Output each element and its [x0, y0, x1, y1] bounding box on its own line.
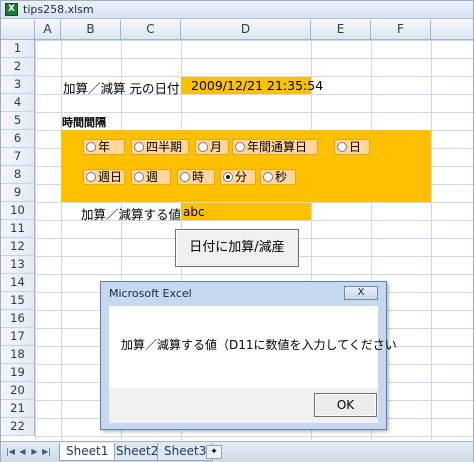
option-day[interactable]: 日: [334, 139, 370, 155]
radio-icon[interactable]: [134, 172, 144, 182]
first-sheet-icon[interactable]: |◀: [5, 446, 16, 458]
option-year[interactable]: 年: [83, 139, 125, 155]
option-day-of-year[interactable]: 年間通算日: [232, 139, 318, 155]
cell-d11-value[interactable]: abc: [183, 205, 205, 219]
row-header[interactable]: 16: [1, 310, 35, 328]
column-header-e[interactable]: E: [311, 20, 371, 40]
dialog-title: Microsoft Excel: [109, 287, 192, 300]
cell-b5-label[interactable]: 時間間隔: [62, 114, 106, 130]
column-header-blank: [431, 20, 473, 40]
radio-icon[interactable]: [86, 142, 96, 152]
row-header[interactable]: 4: [1, 94, 35, 112]
radio-icon[interactable]: [235, 142, 245, 152]
row-header[interactable]: 10: [1, 202, 35, 220]
column-header-b[interactable]: B: [61, 20, 121, 40]
sheet-tab-bar: |◀ ◀ ▶ ▶| Sheet1 Sheet2 Sheet3 ✦: [1, 441, 473, 462]
option-quarter[interactable]: 四半期: [131, 139, 189, 155]
add-subtract-date-button[interactable]: 日付に加算/減産: [175, 229, 299, 267]
row-header[interactable]: 5: [1, 112, 35, 130]
row-header[interactable]: 7: [1, 148, 35, 166]
row-header[interactable]: 20: [1, 382, 35, 400]
column-header-a[interactable]: A: [35, 20, 61, 40]
excel-icon: X: [5, 3, 18, 16]
option-hour[interactable]: 時: [177, 169, 215, 185]
option-weekday[interactable]: 週日: [83, 169, 125, 185]
next-sheet-icon[interactable]: ▶: [29, 446, 40, 458]
row-header[interactable]: 19: [1, 364, 35, 382]
row-header[interactable]: 9: [1, 184, 35, 202]
row-header[interactable]: 18: [1, 346, 35, 364]
row-header[interactable]: 22: [1, 418, 35, 436]
radio-icon[interactable]: [263, 172, 273, 182]
row-header[interactable]: 3: [1, 76, 35, 94]
cell-b3-label[interactable]: 加算／減算 元の日付: [63, 78, 179, 97]
ok-button[interactable]: OK: [314, 393, 377, 417]
column-header-c[interactable]: C: [121, 20, 181, 40]
column-header-d[interactable]: D: [181, 20, 311, 40]
tab-sheet3[interactable]: Sheet3: [157, 443, 214, 461]
option-second[interactable]: 秒: [260, 169, 296, 185]
cell-d3-value[interactable]: 2009/12/21 21:35:54: [191, 78, 323, 93]
row-header[interactable]: 6: [1, 130, 35, 148]
message-dialog: Microsoft Excel X 加算／減算する値（D11に数値を入力してくだ…: [100, 281, 397, 430]
radio-icon[interactable]: [86, 172, 96, 182]
radio-icon[interactable]: [337, 142, 347, 152]
row-header[interactable]: 15: [1, 292, 35, 310]
row-header[interactable]: 13: [1, 256, 35, 274]
radio-icon[interactable]: [134, 142, 144, 152]
radio-icon[interactable]: [180, 172, 190, 182]
excel-window: X tips258.xlsm A B C D E F 1 2 3 4 5 6 7…: [0, 0, 474, 462]
dialog-message: 加算／減算する値（D11に数値を入力してください: [121, 338, 397, 352]
column-header-f[interactable]: F: [371, 20, 431, 40]
option-minute[interactable]: 分: [220, 169, 256, 185]
close-icon[interactable]: X: [344, 286, 378, 300]
dialog-body: 加算／減算する値（D11に数値を入力してください: [109, 306, 397, 388]
select-all-corner[interactable]: [1, 20, 35, 40]
last-sheet-icon[interactable]: ▶|: [41, 446, 52, 458]
option-month[interactable]: 月: [195, 139, 229, 155]
tab-sheet1[interactable]: Sheet1: [59, 443, 116, 461]
row-header[interactable]: 14: [1, 274, 35, 292]
radio-selected-icon[interactable]: [223, 172, 233, 182]
prev-sheet-icon[interactable]: ◀: [17, 446, 28, 458]
row-header[interactable]: 17: [1, 328, 35, 346]
row-header[interactable]: 8: [1, 166, 35, 184]
row-header[interactable]: 11: [1, 220, 35, 238]
row-header[interactable]: 1: [1, 40, 35, 58]
row-header[interactable]: 21: [1, 400, 35, 418]
insert-sheet-icon[interactable]: ✦: [206, 445, 222, 459]
row-header[interactable]: 12: [1, 238, 35, 256]
radio-icon[interactable]: [198, 142, 208, 152]
gridline: [61, 40, 62, 440]
row-header[interactable]: 2: [1, 58, 35, 76]
cell-b11-label[interactable]: 加算／減算する値: [81, 204, 181, 223]
title-bar: X tips258.xlsm: [1, 1, 473, 19]
option-week[interactable]: 週: [131, 169, 171, 185]
window-title: tips258.xlsm: [23, 3, 94, 16]
gridline: [431, 40, 432, 440]
dialog-footer: OK: [109, 388, 378, 423]
